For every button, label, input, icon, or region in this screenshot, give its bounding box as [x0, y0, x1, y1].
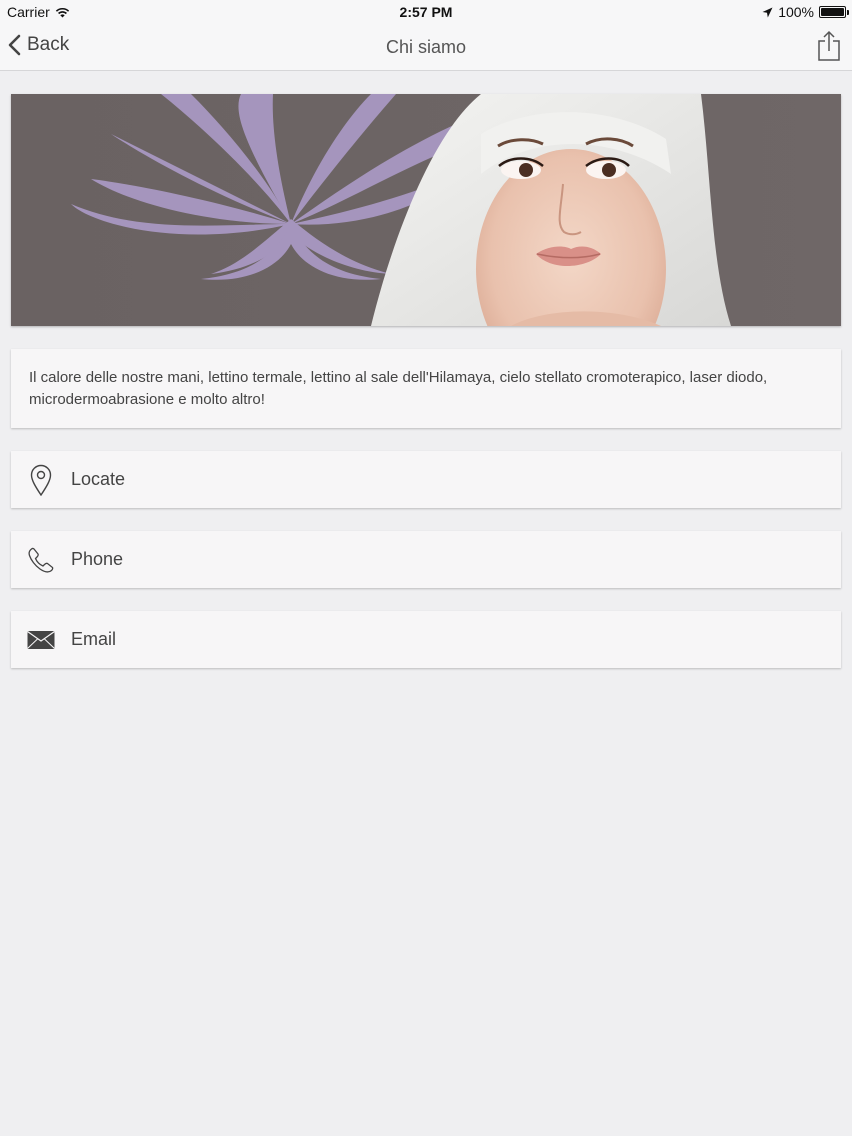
page-title: Chi siamo [385, 37, 467, 57]
location-arrow-icon [762, 7, 773, 17]
description-card: Il calore delle nostre mani, lettino ter… [11, 349, 841, 428]
phone-icon [28, 547, 54, 572]
battery-percent: 100% [778, 4, 814, 20]
map-pin-icon [30, 464, 52, 496]
description-text: Il calore delle nostre mani, lettino ter… [29, 369, 768, 408]
phone-label: Phone [71, 549, 124, 569]
email-label: Email [71, 629, 117, 649]
locate-label: Locate [71, 469, 126, 489]
envelope-icon [27, 630, 55, 649]
status-bar: Carrier 2:57 PM 100% [0, 0, 852, 24]
status-right: 100% [762, 4, 849, 20]
navigation-bar: Back Chi siamo [0, 24, 852, 71]
battery-icon [819, 6, 849, 18]
clock: 2:57 PM [399, 4, 453, 20]
share-icon[interactable] [816, 30, 842, 62]
email-button[interactable]: Email [11, 611, 841, 668]
banner-illustration [11, 94, 841, 326]
phone-button[interactable]: Phone [11, 531, 841, 588]
locate-button[interactable]: Locate [11, 451, 841, 508]
banner-image [11, 94, 841, 326]
